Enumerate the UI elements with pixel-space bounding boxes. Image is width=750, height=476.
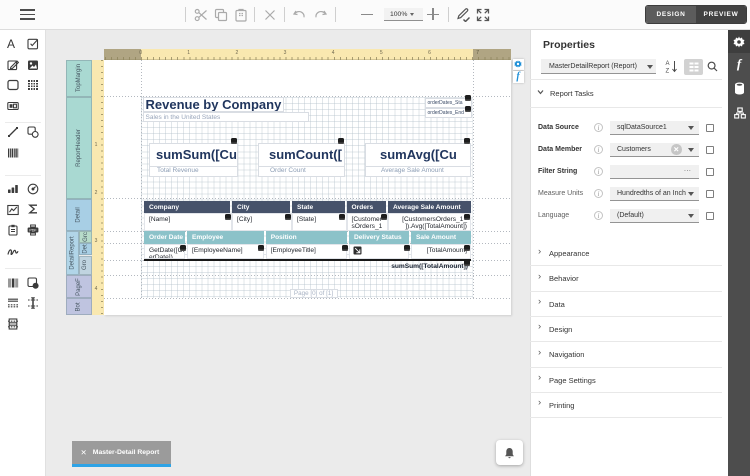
svg-text:Z: Z	[666, 69, 670, 74]
svg-text:PDF: PDF	[29, 229, 37, 233]
svg-text:A: A	[666, 61, 670, 67]
